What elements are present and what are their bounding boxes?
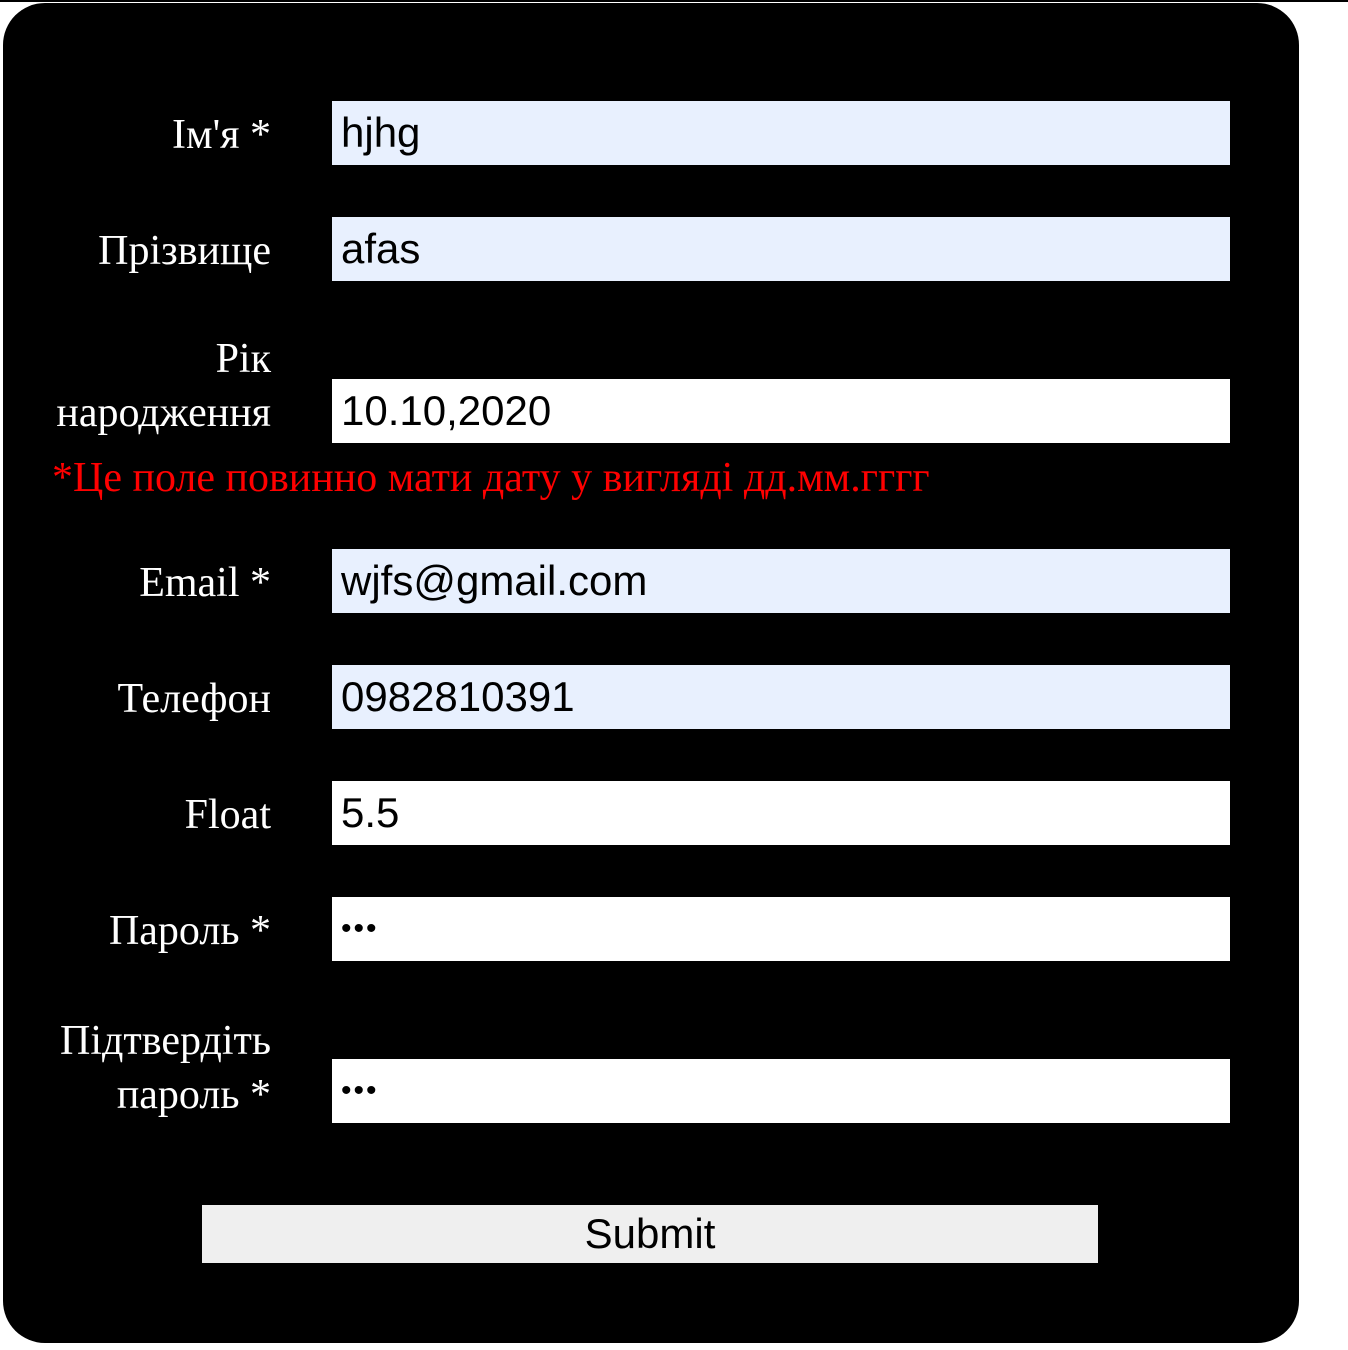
password-input[interactable] [332,897,1230,961]
phone-label: Телефон [117,676,271,722]
float-label: Float [184,792,271,838]
float-input[interactable] [332,781,1230,845]
email-label: Email * [139,560,271,606]
last-name-label: Прізвище [98,228,271,274]
birth-year-error: *Це поле повинно мати дату у вигляді дд.… [52,455,930,501]
phone-input[interactable] [332,665,1230,729]
birth-year-input[interactable] [332,379,1230,443]
last-name-input[interactable] [332,217,1230,281]
top-border-line [0,0,1348,2]
first-name-input[interactable] [332,101,1230,165]
birth-year-label: Рік народження [56,336,271,436]
confirm-password-label: Підтвердіть пароль * [60,1018,271,1118]
password-label: Пароль * [108,908,271,954]
confirm-password-input[interactable] [332,1059,1230,1123]
registration-form: Ім'я * Прізвище Рік народження *Це поле … [3,3,1299,1343]
email-input[interactable] [332,549,1230,613]
submit-button[interactable]: Submit [202,1205,1098,1263]
first-name-label: Ім'я * [172,112,271,158]
